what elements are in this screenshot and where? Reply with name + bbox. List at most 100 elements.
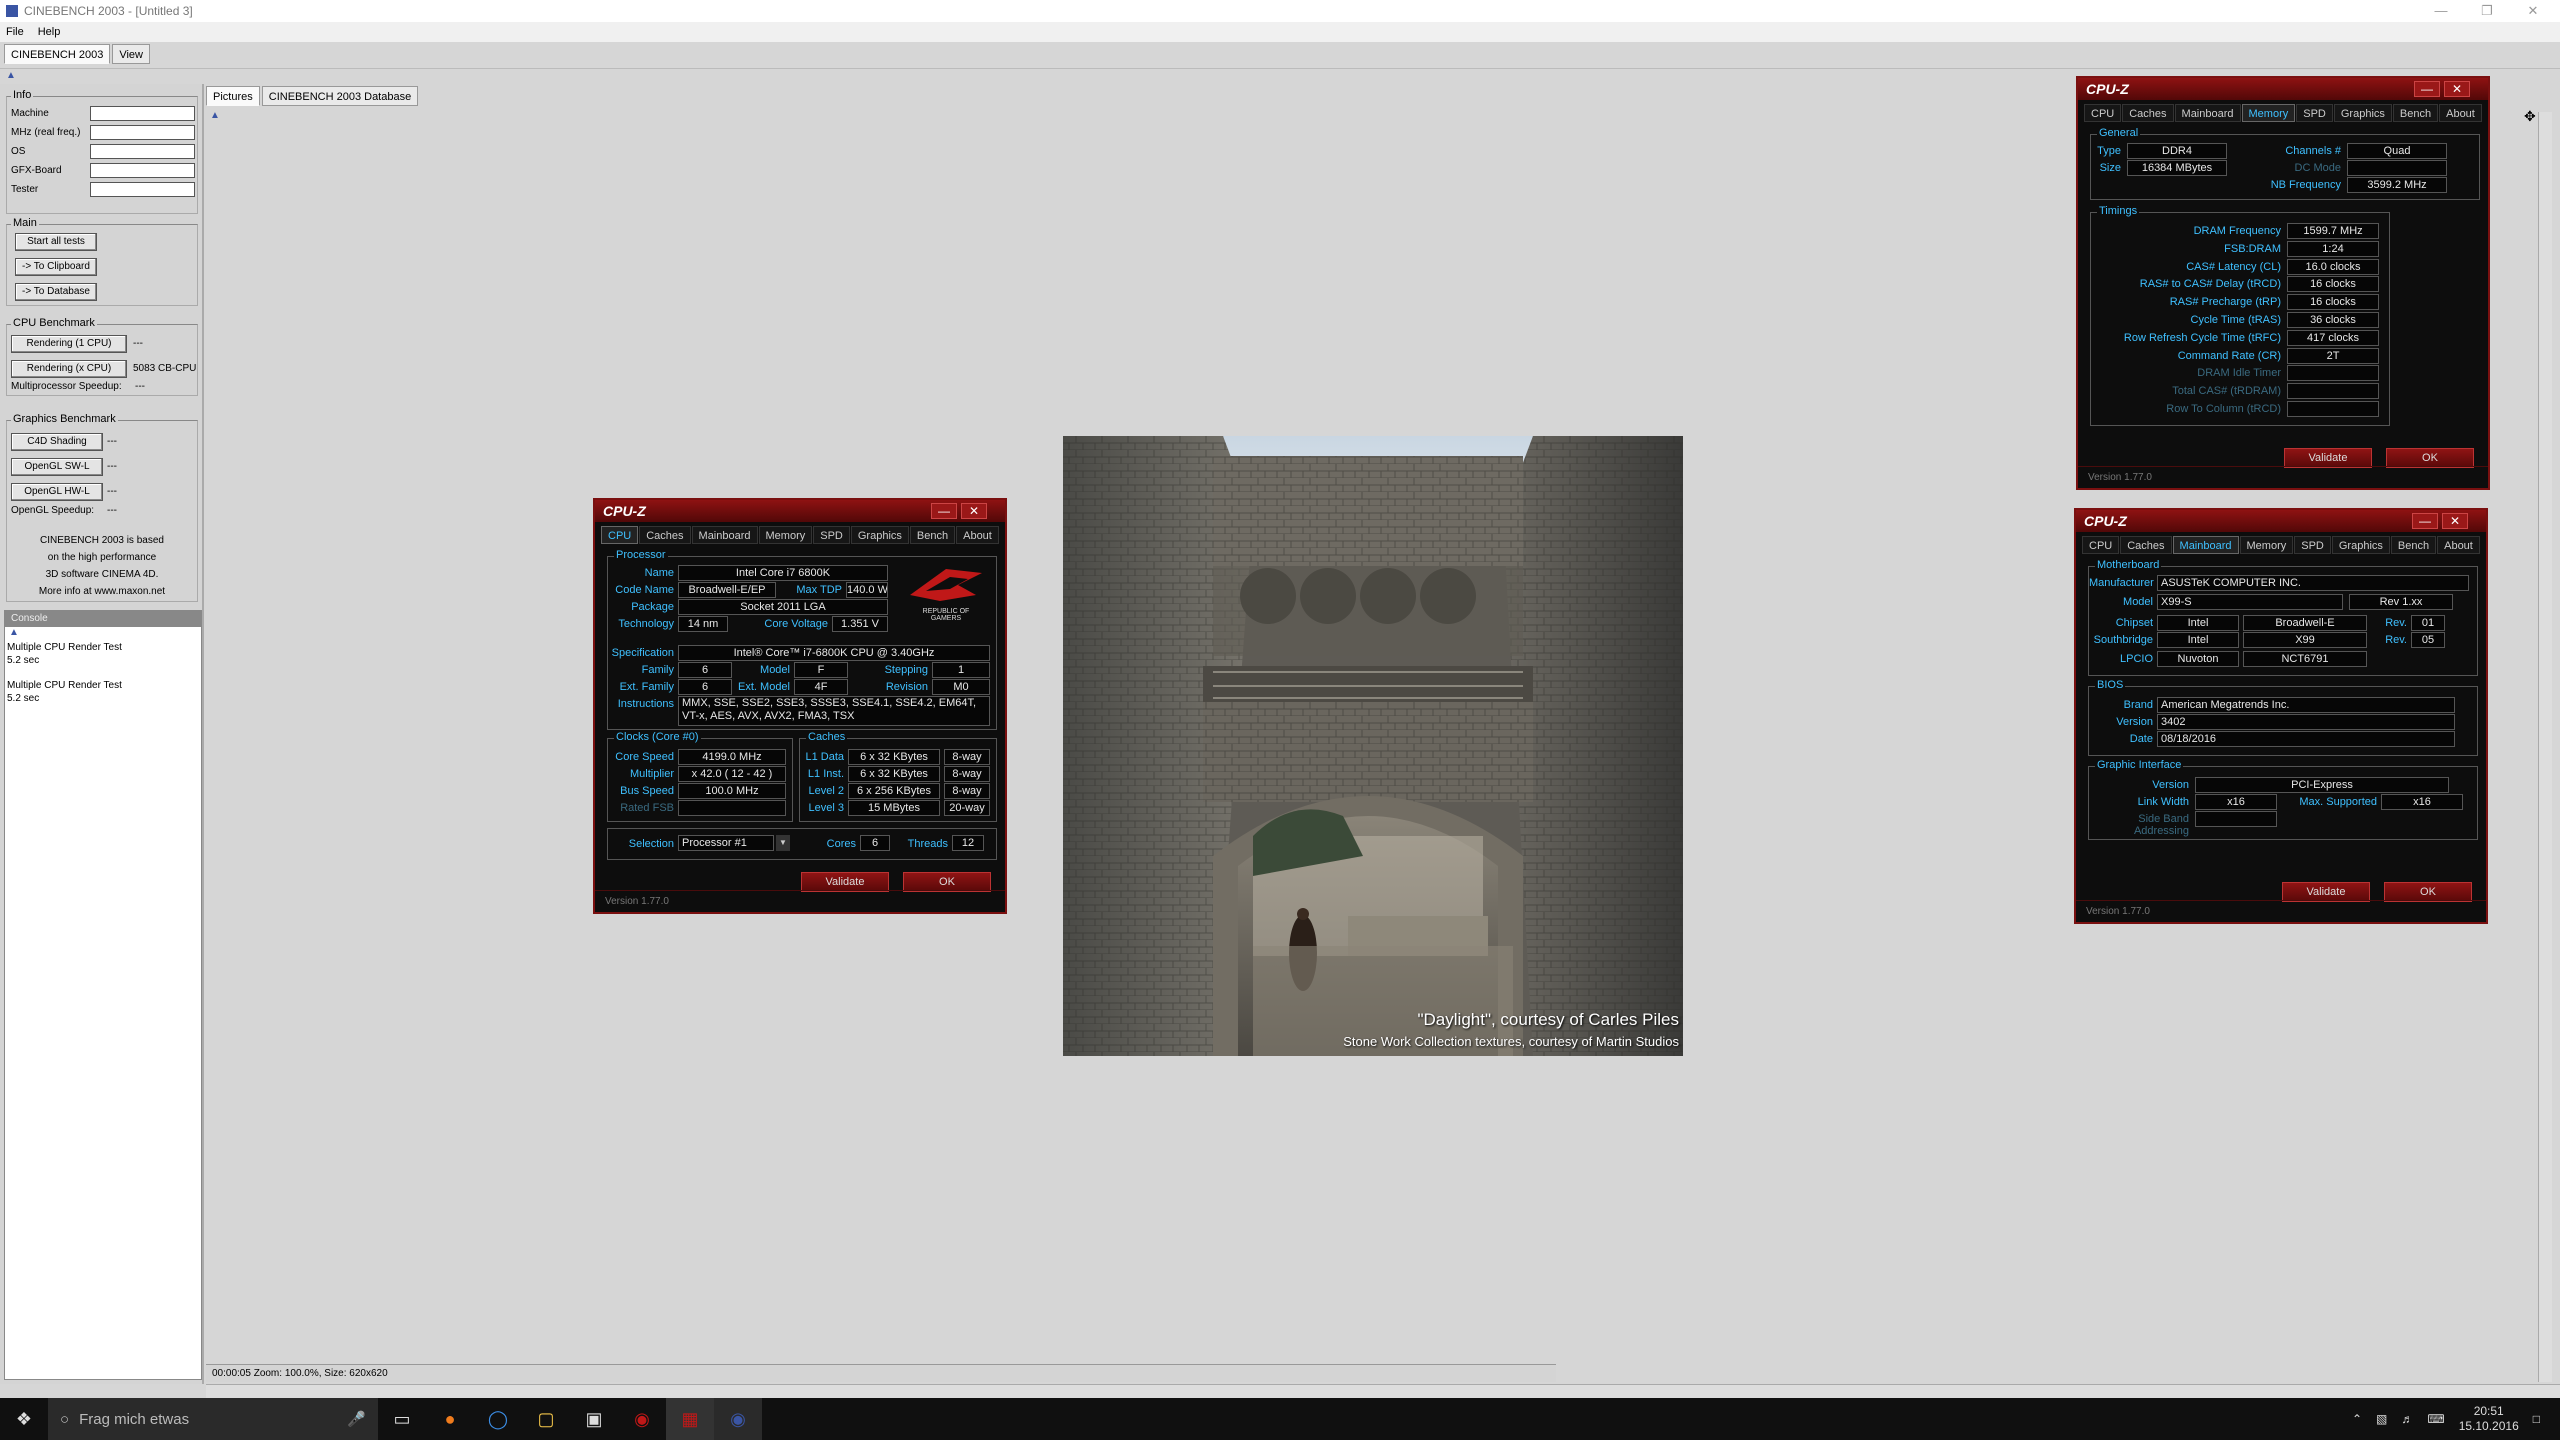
tab-spd[interactable]: SPD — [813, 526, 850, 544]
os-field[interactable] — [90, 143, 195, 159]
tab-caches[interactable]: Caches — [639, 526, 691, 544]
tab-cpu[interactable]: CPU — [2084, 104, 2122, 122]
opengl-hwl-value: --- — [107, 486, 117, 497]
tab-mainboard[interactable]: Mainboard — [2174, 104, 2241, 122]
chevron-down-icon[interactable]: ▼ — [776, 835, 790, 851]
clock-date: 15.10.2016 — [2458, 1419, 2519, 1433]
task-view-icon[interactable]: ▭ — [378, 1398, 426, 1440]
keyboard-icon[interactable]: ⌨ — [2427, 1412, 2444, 1426]
validate-button[interactable]: Validate — [801, 872, 889, 892]
close-icon[interactable]: ✕ — [2444, 81, 2470, 97]
tab-memory[interactable]: Memory — [2239, 536, 2294, 554]
gfx-field[interactable] — [90, 162, 195, 178]
network-icon[interactable]: ▧ — [2376, 1412, 2387, 1426]
opengl-swl-button[interactable]: OpenGL SW-L — [11, 458, 103, 476]
validate-button[interactable]: Validate — [2284, 448, 2372, 468]
l1d-value: 6 x 32 KBytes — [848, 749, 940, 765]
about-link[interactable]: More info at www.maxon.net — [6, 583, 198, 600]
close-icon[interactable]: ✕ — [961, 503, 987, 519]
restore-icon[interactable]: ❐ — [2464, 0, 2510, 22]
menu-file[interactable]: File — [6, 26, 24, 38]
ok-button[interactable]: OK — [2384, 882, 2472, 902]
close-icon[interactable]: ✕ — [2510, 0, 2556, 22]
cpuz-app-icon[interactable]: ▦ — [666, 1398, 714, 1440]
search-box[interactable]: ○ Frag mich etwas 🎤 — [48, 1398, 378, 1440]
tab-about[interactable]: About — [2439, 104, 2482, 122]
label: Specification — [611, 647, 674, 659]
opengl-hwl-button[interactable]: OpenGL HW-L — [11, 483, 103, 501]
horizontal-scrollbar[interactable] — [206, 1384, 2560, 1398]
main-group: Main Start all tests -> To Clipboard -> … — [6, 217, 198, 306]
volume-icon[interactable]: ♬ — [2401, 1412, 2413, 1426]
tester-field[interactable] — [90, 181, 195, 197]
tab-bench[interactable]: Bench — [909, 526, 956, 544]
to-clipboard-button[interactable]: -> To Clipboard — [15, 258, 97, 276]
tab-pictures[interactable]: Pictures — [206, 86, 260, 106]
tab-mainboard[interactable]: Mainboard — [691, 526, 758, 544]
windows-start-icon[interactable]: ❖ — [0, 1398, 48, 1440]
chevron-up-icon[interactable]: ⌃ — [2352, 1412, 2362, 1426]
tab-view[interactable]: View — [112, 44, 150, 64]
bios-version-value: 3402 — [2157, 714, 2455, 730]
doc-pin-icon[interactable]: ▲ — [210, 110, 220, 121]
move-icon[interactable]: ✥ — [2524, 108, 2536, 125]
file-explorer-icon[interactable]: ▢ — [522, 1398, 570, 1440]
pin-icon[interactable]: ▲ — [6, 70, 16, 81]
rendering-1cpu-button[interactable]: Rendering (1 CPU) — [11, 335, 127, 353]
notifications-icon[interactable]: □ — [2533, 1412, 2540, 1426]
title-bar: CINEBENCH 2003 - [Untitled 3] — ❐ ✕ — [0, 0, 2560, 22]
tab-cpu[interactable]: CPU — [601, 526, 639, 544]
tab-about[interactable]: About — [956, 526, 999, 544]
link-width-value: x16 — [2195, 794, 2277, 810]
chipset-value: Intel — [2157, 615, 2239, 631]
tab-spd[interactable]: SPD — [2296, 104, 2333, 122]
validate-button[interactable]: Validate — [2282, 882, 2370, 902]
firefox-icon[interactable]: ● — [426, 1398, 474, 1440]
microphone-icon[interactable]: 🎤 — [347, 1410, 366, 1428]
cinebench-app-icon[interactable]: ◉ — [714, 1398, 762, 1440]
console-pin-icon[interactable]: ▲ — [5, 627, 201, 641]
label: Brand — [2123, 699, 2153, 711]
mhz-field[interactable] — [90, 124, 195, 140]
machine-field[interactable] — [90, 105, 195, 121]
timing-label: Cycle Time (tRAS) — [2190, 314, 2281, 326]
start-all-tests-button[interactable]: Start all tests — [15, 233, 97, 251]
clock[interactable]: 20:51 15.10.2016 — [2459, 1404, 2519, 1434]
tab-graphics[interactable]: Graphics — [850, 526, 909, 544]
rog-eye-icon — [910, 569, 982, 601]
tab-cpu[interactable]: CPU — [2082, 536, 2120, 554]
minimize-icon[interactable]: — — [2412, 513, 2438, 529]
tab-graphics[interactable]: Graphics — [2333, 104, 2392, 122]
ok-button[interactable]: OK — [2386, 448, 2474, 468]
tab-database[interactable]: CINEBENCH 2003 Database — [261, 86, 419, 106]
close-icon[interactable]: ✕ — [2442, 513, 2468, 529]
minimize-icon[interactable]: — — [931, 503, 957, 519]
edge-icon[interactable]: ◯ — [474, 1398, 522, 1440]
processor-select[interactable]: Processor #1 — [678, 835, 774, 851]
c4d-shading-button[interactable]: C4D Shading — [11, 433, 103, 451]
tab-about[interactable]: About — [2437, 536, 2480, 554]
tab-caches[interactable]: Caches — [2122, 104, 2174, 122]
tab-caches[interactable]: Caches — [2120, 536, 2172, 554]
tab-spd[interactable]: SPD — [2294, 536, 2331, 554]
status-bar: 00:00:05 Zoom: 100.0%, Size: 620x620 — [206, 1364, 1556, 1382]
vertical-scrollbar[interactable] — [2538, 112, 2552, 1382]
tab-cinebench[interactable]: CINEBENCH 2003 — [4, 44, 111, 64]
tester-label: Tester — [11, 183, 39, 195]
to-database-button[interactable]: -> To Database — [15, 283, 97, 301]
opengl-speedup-label: OpenGL Speedup: — [11, 505, 95, 516]
tab-graphics[interactable]: Graphics — [2331, 536, 2390, 554]
rendering-xcpu-button[interactable]: Rendering (x CPU) — [11, 360, 127, 378]
ok-button[interactable]: OK — [903, 872, 991, 892]
label: Level 3 — [808, 802, 844, 814]
rog-app-icon[interactable]: ◉ — [618, 1398, 666, 1440]
tab-bench[interactable]: Bench — [2390, 536, 2437, 554]
minimize-icon[interactable]: — — [2418, 0, 2464, 22]
minimize-icon[interactable]: — — [2414, 81, 2440, 97]
tab-memory[interactable]: Memory — [2241, 104, 2296, 122]
store-icon[interactable]: ▣ — [570, 1398, 618, 1440]
menu-help[interactable]: Help — [38, 26, 61, 38]
tab-memory[interactable]: Memory — [758, 526, 813, 544]
tab-mainboard[interactable]: Mainboard — [2172, 536, 2239, 554]
tab-bench[interactable]: Bench — [2392, 104, 2439, 122]
